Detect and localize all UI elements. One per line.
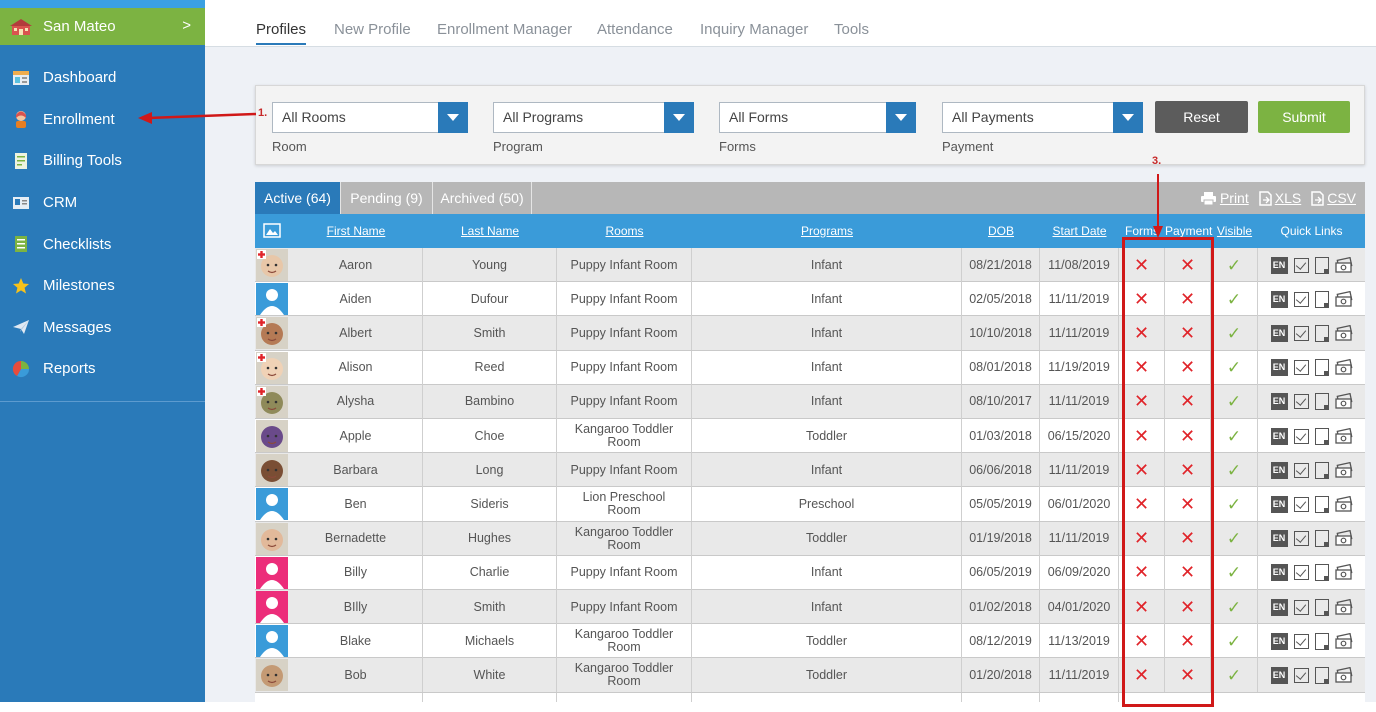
annotation-highlight-box: [1122, 237, 1214, 707]
annotation-arrow-1: [147, 112, 257, 120]
annotation-step-3: 3.: [1152, 155, 1162, 167]
annotation-step-1: 1.: [258, 107, 268, 119]
annotation-arrowhead-1: [138, 112, 152, 124]
